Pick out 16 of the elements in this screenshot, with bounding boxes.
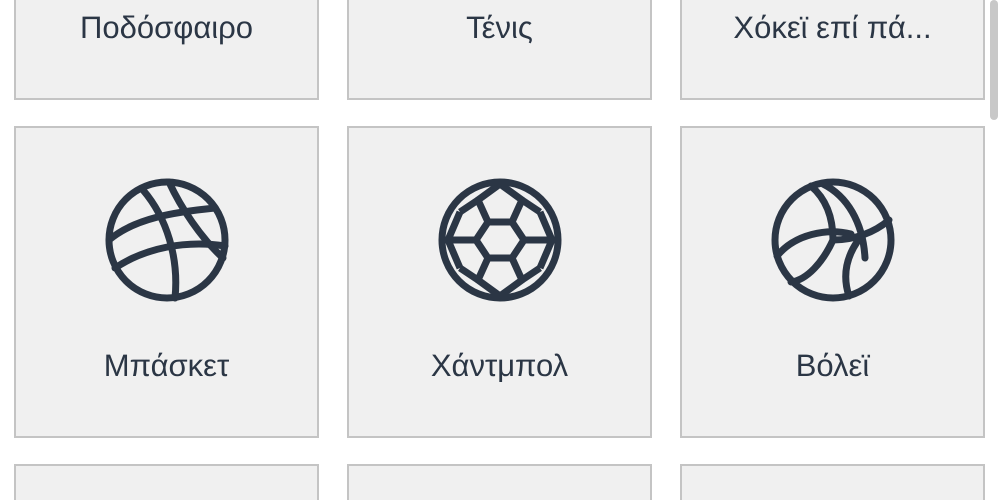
sport-tile[interactable]: Τένις bbox=[347, 0, 652, 100]
basketball-icon bbox=[104, 178, 228, 302]
sport-label: Χάντμπολ bbox=[430, 348, 568, 384]
sport-label: Βόλεϊ bbox=[796, 348, 870, 384]
sport-tile[interactable]: Ποδόσφαιρο bbox=[14, 0, 319, 100]
handball-icon bbox=[438, 178, 562, 302]
scrollbar-thumb[interactable] bbox=[990, 0, 998, 120]
sport-label: Τένις bbox=[466, 10, 533, 46]
sport-tile[interactable]: Μπάσκετ bbox=[14, 126, 319, 438]
sport-label: Ποδόσφαιρο bbox=[80, 10, 254, 46]
sport-label: Χόκεϊ επί πά... bbox=[733, 10, 932, 46]
sport-tile[interactable]: Χόκεϊ επί πά... bbox=[680, 0, 985, 100]
sport-tile[interactable]: Βόλεϊ bbox=[680, 126, 985, 438]
sport-label: Μπάσκετ bbox=[104, 348, 230, 384]
volleyball-icon bbox=[770, 178, 894, 302]
sport-tile[interactable]: Χάντμπολ bbox=[347, 126, 652, 438]
